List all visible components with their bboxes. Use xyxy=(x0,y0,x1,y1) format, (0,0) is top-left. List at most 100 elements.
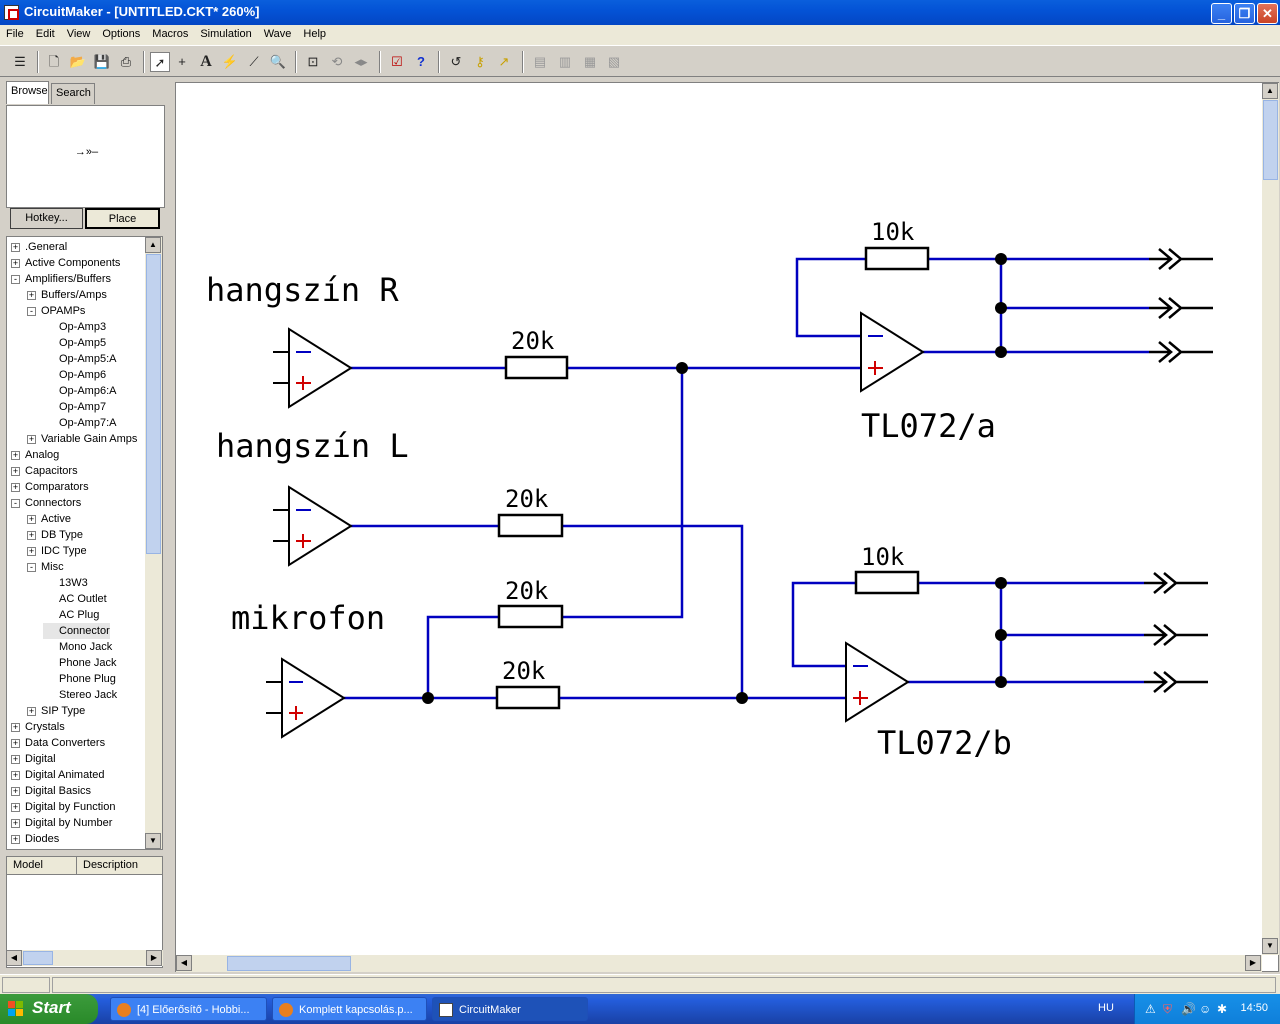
save-icon[interactable]: 💾 xyxy=(92,52,112,72)
expand-icon[interactable]: + xyxy=(27,546,36,556)
canvas-hscrollbar[interactable]: ◀ ▶ xyxy=(176,955,1262,972)
output-connector-5[interactable] xyxy=(1144,624,1208,646)
opamp-hangszin-l[interactable] xyxy=(273,485,353,567)
scroll-up-arrow-icon[interactable]: ▲ xyxy=(1262,83,1278,99)
volume-icon[interactable]: 🔊 xyxy=(1181,1002,1196,1016)
component-tree[interactable]: + .General + Active Components - Amplifiers/B… xyxy=(6,236,163,850)
language-indicator[interactable]: HU xyxy=(1098,1002,1114,1014)
label-mikrofon[interactable]: mikrofon xyxy=(231,599,385,637)
menu-file[interactable]: File xyxy=(0,25,30,40)
task-firefox-2[interactable]: Komplett kapcsolás.p... xyxy=(272,997,427,1021)
expand-icon[interactable]: + xyxy=(11,466,20,476)
label-rf-b[interactable]: 10k xyxy=(861,543,905,571)
label-r3[interactable]: 20k xyxy=(505,577,549,605)
tree-item[interactable]: - Misc xyxy=(27,559,64,575)
collapse-icon[interactable]: - xyxy=(27,562,36,572)
align-1-icon[interactable]: ▤ xyxy=(530,52,550,72)
shield-icon[interactable]: ⛨ xyxy=(1163,1002,1172,1017)
scroll-left-arrow-icon[interactable]: ◀ xyxy=(6,950,22,966)
label-r1[interactable]: 20k xyxy=(511,327,555,355)
tree-item[interactable]: + Active Components xyxy=(11,255,120,271)
expand-icon[interactable]: + xyxy=(11,738,20,748)
expand-icon[interactable]: + xyxy=(11,482,20,492)
tab-browse[interactable]: Browse xyxy=(6,81,49,104)
label-hangszin-r[interactable]: hangszín R xyxy=(206,271,399,309)
key-icon[interactable]: ⚷ xyxy=(470,52,490,72)
collapse-icon[interactable]: - xyxy=(27,306,36,316)
tree-item[interactable]: + Digital Animated xyxy=(11,767,105,783)
wire-tool-icon[interactable]: + xyxy=(172,52,192,72)
opamp-tl072b[interactable] xyxy=(845,641,910,723)
canvas-vscrollbar[interactable]: ▲ ▼ xyxy=(1262,83,1279,955)
toolbar-toggle-icon[interactable]: ☰ xyxy=(10,52,30,72)
resistor-rf-a[interactable] xyxy=(864,246,930,271)
label-r4[interactable]: 20k xyxy=(502,657,546,685)
resistor-rf-b[interactable] xyxy=(854,570,920,595)
scroll-thumb[interactable] xyxy=(1263,100,1278,180)
scroll-up-arrow-icon[interactable]: ▲ xyxy=(145,237,161,253)
scope-tool-icon[interactable]: ⟋ xyxy=(244,52,264,72)
tree-item[interactable]: - Amplifiers/Buffers xyxy=(11,271,111,287)
expand-icon[interactable]: + xyxy=(27,514,36,524)
output-connector-3[interactable] xyxy=(1149,341,1213,363)
expand-icon[interactable]: + xyxy=(11,450,20,460)
expand-icon[interactable]: + xyxy=(11,786,20,796)
help-icon[interactable]: ? xyxy=(411,52,431,72)
tree-item[interactable]: + Buffers/Amps xyxy=(27,287,107,303)
scroll-down-arrow-icon[interactable]: ▼ xyxy=(1262,938,1278,954)
scroll-thumb[interactable] xyxy=(227,956,351,971)
menu-wave[interactable]: Wave xyxy=(258,25,298,40)
tree-item[interactable]: Op-Amp5 xyxy=(43,335,106,351)
expand-icon[interactable]: + xyxy=(11,770,20,780)
column-description[interactable]: Description xyxy=(77,857,163,875)
expand-icon[interactable]: + xyxy=(11,818,20,828)
tree-item[interactable]: + Digital Basics xyxy=(11,783,91,799)
scroll-down-arrow-icon[interactable]: ▼ xyxy=(145,833,161,849)
menu-help[interactable]: Help xyxy=(297,25,332,40)
arrow-tool-icon[interactable]: ➚ xyxy=(150,52,170,72)
menu-macros[interactable]: Macros xyxy=(146,25,194,40)
resistor-r2[interactable] xyxy=(497,513,564,538)
tree-item[interactable]: + IDC Type xyxy=(27,543,87,559)
output-connector-2[interactable] xyxy=(1149,297,1213,319)
tree-scrollbar[interactable]: ▲ ▼ xyxy=(145,237,162,849)
output-connector-1[interactable] xyxy=(1149,248,1213,270)
tree-item[interactable]: + Capacitors xyxy=(11,463,78,479)
tree-item[interactable]: Phone Jack xyxy=(43,655,116,671)
resistor-r3[interactable] xyxy=(497,604,564,629)
tree-item[interactable]: Phone Plug xyxy=(43,671,116,687)
opamp-tl072a[interactable] xyxy=(860,311,925,393)
minimize-button[interactable]: _ xyxy=(1211,3,1232,24)
tree-item[interactable]: - Connectors xyxy=(11,495,81,511)
tree-item[interactable]: Op-Amp7:A xyxy=(43,415,116,431)
label-tl072a[interactable]: TL072/a xyxy=(861,407,996,445)
print-icon[interactable]: ⎙ xyxy=(116,52,136,72)
align-3-icon[interactable]: ▦ xyxy=(580,52,600,72)
place-button[interactable]: Place xyxy=(85,208,160,229)
label-tl072b[interactable]: TL072/b xyxy=(877,724,1012,762)
probe-tool-icon[interactable]: ⚡ xyxy=(220,52,240,72)
align-2-icon[interactable]: ▥ xyxy=(555,52,575,72)
expand-icon[interactable]: + xyxy=(11,258,20,268)
tree-item[interactable]: + Analog xyxy=(11,447,59,463)
hotkey-button[interactable]: Hotkey... xyxy=(10,208,83,229)
text-tool-icon[interactable]: A xyxy=(196,52,216,72)
tree-item[interactable]: + Comparators xyxy=(11,479,89,495)
column-model[interactable]: Model xyxy=(7,857,77,875)
tree-item[interactable]: Connector xyxy=(43,623,110,639)
undo-icon[interactable]: ↺ xyxy=(446,52,466,72)
expand-icon[interactable]: + xyxy=(27,706,36,716)
scroll-right-arrow-icon[interactable]: ▶ xyxy=(1245,955,1261,971)
menu-options[interactable]: Options xyxy=(96,25,146,40)
tree-item[interactable]: Stereo Jack xyxy=(43,687,117,703)
circuitmaker-app-icon[interactable] xyxy=(4,5,19,20)
tree-item[interactable]: Op-Amp6:A xyxy=(43,383,116,399)
model-hscrollbar[interactable]: ◀ ▶ xyxy=(6,950,163,966)
bluetooth-icon[interactable]: ✱ xyxy=(1217,1002,1227,1016)
tree-item[interactable]: + SIP Type xyxy=(27,703,85,719)
expand-icon[interactable]: + xyxy=(27,434,36,444)
tree-item[interactable]: Op-Amp5:A xyxy=(43,351,116,367)
tree-item[interactable]: 13W3 xyxy=(43,575,88,591)
mirror-icon[interactable]: ◂▸ xyxy=(351,52,371,72)
tab-search[interactable]: Search xyxy=(51,83,95,104)
